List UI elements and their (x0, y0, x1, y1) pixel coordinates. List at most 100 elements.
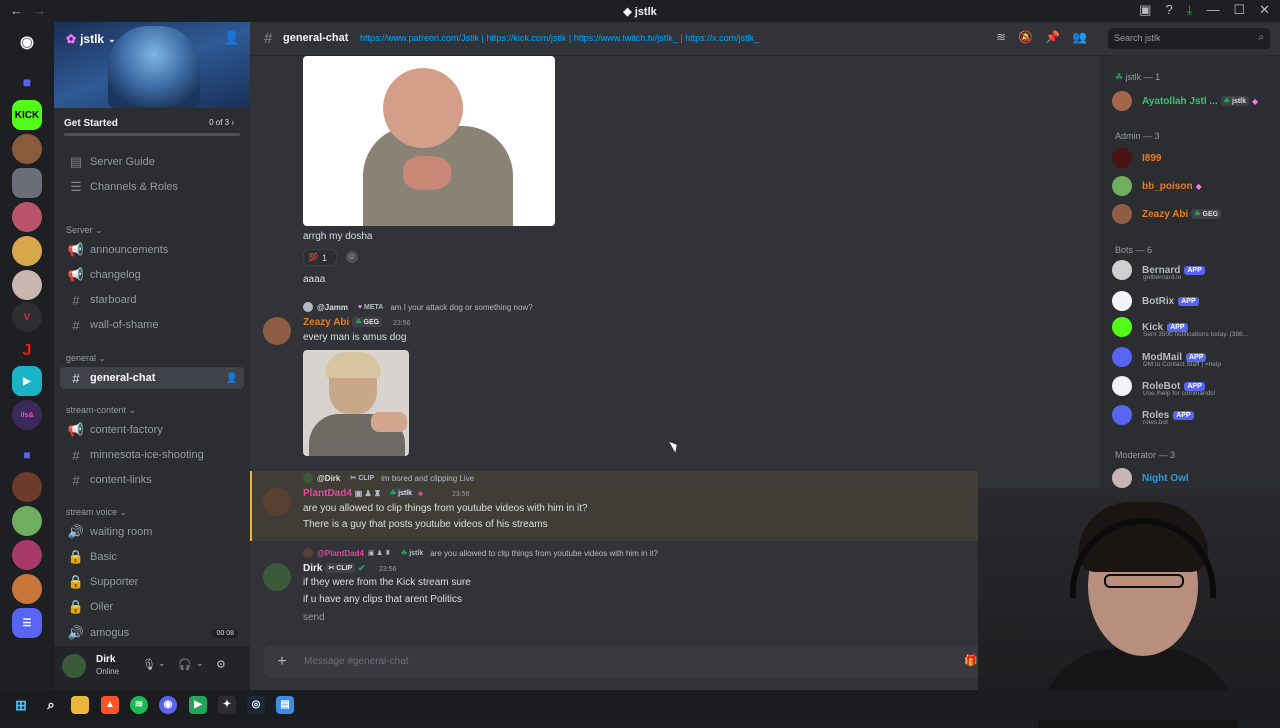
server-icon-6[interactable]: V (12, 302, 42, 332)
gift-icon[interactable]: 🎁 (964, 654, 978, 667)
server-icon-14[interactable]: ☰ (12, 608, 42, 638)
category-stream-content[interactable]: stream-content ⌄ (66, 405, 136, 416)
server-name-button[interactable]: ✿ jstlk ⌄ (66, 32, 116, 46)
notepad-icon[interactable]: ▤ (276, 696, 294, 714)
channel-content-links[interactable]: # content-links (60, 469, 244, 491)
minimize-icon[interactable]: — (1206, 2, 1219, 18)
server-icon-12[interactable] (12, 540, 42, 570)
close-icon[interactable]: ✕ (1259, 2, 1270, 18)
member-item[interactable]: Roles APP roles.bot (1112, 402, 1272, 428)
author-avatar[interactable] (263, 563, 291, 591)
author-avatar[interactable] (263, 488, 291, 516)
category-general[interactable]: general ⌄ (66, 353, 106, 364)
channel-general-chat[interactable]: # general-chat 👤 (60, 367, 244, 389)
app-icon-green[interactable]: ▶ (189, 696, 207, 714)
user-avatar[interactable] (62, 654, 86, 678)
reply-preview[interactable]: @Dirk ✂ CLIP im bored and clipping Live (303, 473, 474, 483)
pin-icon[interactable]: 📌 (1045, 30, 1060, 44)
headphones-icon[interactable]: 🎧 (178, 658, 192, 671)
author-avatar[interactable] (263, 317, 291, 345)
category-server[interactable]: Server ⌄ (66, 225, 103, 236)
sidebar-item-server-guide[interactable]: ▤ Server Guide (60, 151, 244, 173)
member-item[interactable]: Bernard APP getbernard.io (1112, 257, 1272, 283)
member-status-text: Sent 3500 notifications today. (388... (1143, 331, 1249, 338)
help-icon[interactable]: ? (1165, 2, 1172, 18)
message-gif-attachment[interactable] (303, 350, 409, 456)
app-icon-dark[interactable]: ✦ (218, 696, 236, 714)
channel-amogus[interactable]: 🔊 amogus 00 08 (60, 622, 244, 644)
channel-starboard[interactable]: # starboard (60, 289, 244, 311)
channel-basic[interactable]: 🔒 Basic (60, 546, 244, 568)
server-icon-5[interactable] (12, 270, 42, 300)
server-icon-1[interactable] (12, 134, 42, 164)
member-list-icon[interactable]: 👥 (1072, 30, 1087, 44)
member-item[interactable]: BotRix APP (1112, 288, 1272, 314)
invite-member-icon[interactable]: 👤 (226, 373, 238, 384)
chevron-down-icon[interactable]: ⌄ (196, 658, 204, 669)
server-icon-10[interactable] (12, 472, 42, 502)
member-item[interactable]: I899 (1112, 145, 1272, 171)
channel-announcements[interactable]: 📢 announcements (60, 239, 244, 261)
get-started-section[interactable]: Get Started 0 of 3 › (64, 118, 240, 140)
message-author[interactable]: Dirk ✂ CLIP ✔ (303, 563, 366, 574)
member-item[interactable]: Ayatollah Jstl ... ☘ jstlk ◆ (1112, 88, 1272, 114)
windows-start-icon[interactable]: ⊞ (12, 696, 30, 714)
folder-icon-2[interactable]: ■ (12, 440, 42, 470)
server-icon-9[interactable]: ifs& (12, 400, 42, 430)
maximize-icon[interactable]: ☐ (1233, 2, 1245, 18)
inbox-icon[interactable]: ▣ (1139, 2, 1151, 18)
search-icon[interactable]: ⌕ (42, 696, 60, 714)
threads-icon[interactable]: ≋ (996, 30, 1006, 44)
sidebar-item-channels-roles[interactable]: ☰ Channels & Roles (60, 176, 244, 198)
microphone-icon[interactable]: 🎙 (142, 658, 156, 671)
reply-preview[interactable]: @PlantDad4 ▣ ♟ ♜ ☘ jstlk are you allowed… (303, 548, 658, 558)
message-composer[interactable]: + Message #general-chat 🎁 (264, 646, 986, 678)
file-explorer-icon[interactable] (71, 696, 89, 714)
channel-content-factory[interactable]: 📢 content-factory (60, 419, 244, 441)
channel-waiting-room[interactable]: 🔊 waiting room (60, 521, 244, 543)
category-stream-voice[interactable]: stream voice ⌄ (66, 507, 127, 518)
message-author[interactable]: Zeazy Abi ☘ GEG (303, 317, 383, 328)
channel-minnesota-ice-shooting[interactable]: # minnesota-ice-shooting (60, 444, 244, 466)
brave-browser-icon[interactable]: ▲ (101, 696, 119, 714)
channel-oiler[interactable]: 🔒 Oiler (60, 596, 244, 618)
message-author[interactable]: PlantDad4 ▣ ♟ ♜ ☘ jstlk ♣ (303, 488, 423, 499)
member-item[interactable]: ModMail APP DM to Contact Staff | =help (1112, 344, 1272, 370)
channel-label: Supporter (90, 576, 139, 588)
channel-supporter[interactable]: 🔒 Supporter (60, 571, 244, 593)
spotify-icon[interactable]: ≋ (130, 696, 148, 714)
message-text: are you allowed to clip things from yout… (303, 503, 588, 514)
gear-icon[interactable]: ⚙ (216, 658, 226, 671)
server-icon-7[interactable]: J (12, 336, 42, 366)
message-input[interactable]: Message #general-chat (304, 656, 409, 667)
add-reaction-icon[interactable]: ☺ (346, 251, 358, 263)
discord-icon[interactable]: ◉ (159, 696, 177, 714)
member-item[interactable]: Kick APP Sent 3500 notifications today. (3… (1112, 314, 1272, 340)
server-icon-11[interactable] (12, 506, 42, 536)
member-item[interactable]: bb_poison ◆ (1112, 173, 1272, 199)
channel-header: # general-chat https://www.patreon.com/J… (250, 22, 1280, 56)
server-icon-3[interactable] (12, 202, 42, 232)
mute-bell-icon[interactable]: 🔕 (1018, 30, 1033, 44)
reply-preview[interactable]: @Jamm ♥ META am I your attack dog or som… (303, 302, 533, 312)
channel-wall-of-shame[interactable]: # wall-of-shame (60, 314, 244, 336)
server-icon-4[interactable] (12, 236, 42, 266)
download-icon[interactable]: ⤓ (1187, 2, 1193, 18)
search-input[interactable]: Search jstlk ⌕ (1108, 28, 1270, 49)
reaction-chip[interactable]: 💯 1 (303, 249, 337, 266)
attach-plus-icon[interactable]: + (272, 652, 292, 672)
discord-home-icon[interactable]: ◉ (12, 27, 42, 57)
server-icon-8[interactable]: ▶ (12, 366, 42, 396)
channel-changelog[interactable]: 📢 changelog (60, 264, 244, 286)
channel-topic[interactable]: https://www.patreon.com/Jstlk | https://… (360, 33, 759, 43)
member-item[interactable]: Zeazy Abi ☘ GEG (1112, 201, 1272, 227)
server-icon-13[interactable] (12, 574, 42, 604)
member-item[interactable]: RoleBot APP Use /help for commands! (1112, 373, 1272, 399)
folder-icon[interactable]: ■ (12, 67, 42, 97)
chevron-down-icon[interactable]: ⌄ (158, 658, 166, 669)
server-icon-2[interactable] (12, 168, 42, 198)
server-kick-icon[interactable]: KICK (12, 100, 42, 130)
message-image-attachment[interactable] (303, 56, 555, 226)
steam-icon[interactable]: ◎ (247, 696, 265, 714)
invite-people-icon[interactable]: 👤 (224, 30, 240, 46)
